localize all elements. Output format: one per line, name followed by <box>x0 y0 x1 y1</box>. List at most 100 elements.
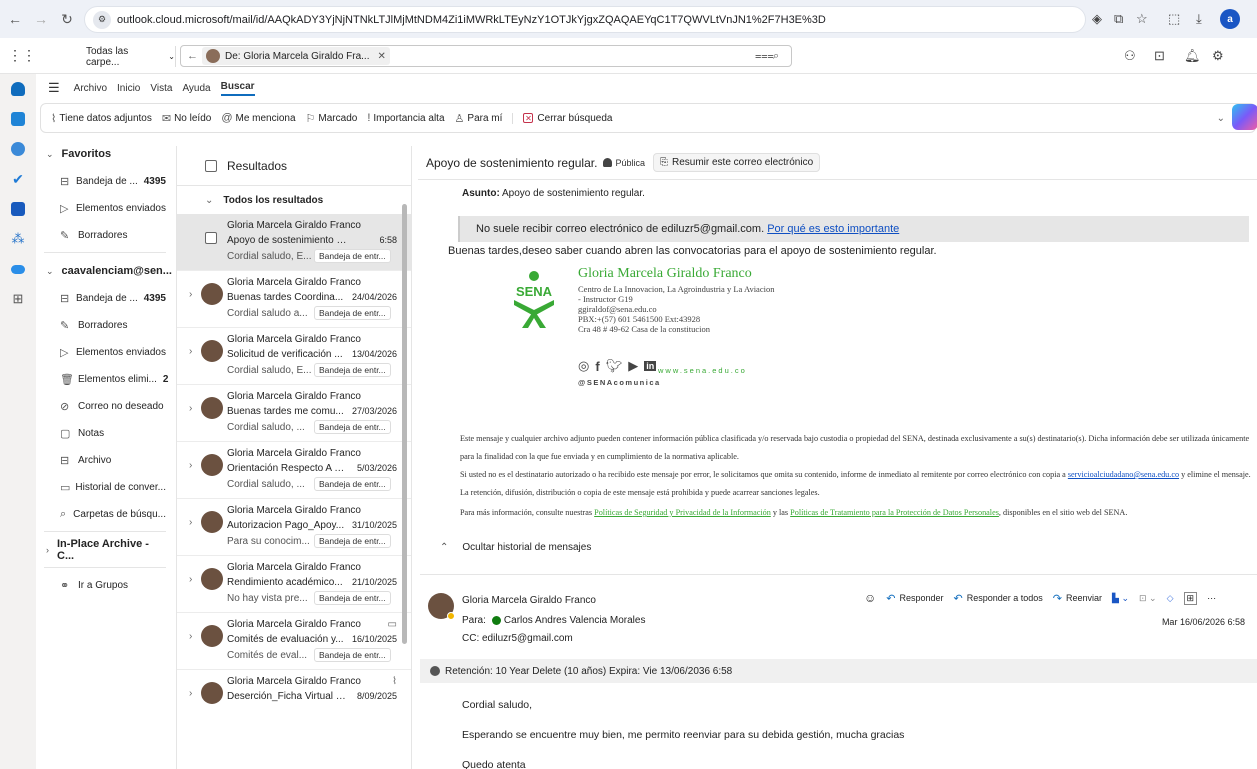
search-scope-dropdown[interactable]: Todas las carpe... ⌄ <box>76 46 176 68</box>
list-item[interactable]: › Gloria Marcela Giraldo Franco Autoriza… <box>177 499 411 556</box>
hamburger-icon[interactable]: ☰ <box>48 80 60 96</box>
folder-archive[interactable]: ⊟ Archivo <box>36 447 166 474</box>
message-checkbox[interactable] <box>205 232 217 244</box>
chevron-right-icon[interactable]: › <box>189 346 192 357</box>
tab-buscar[interactable]: Buscar <box>220 81 255 96</box>
folder-inbox[interactable]: ⊟ Bandeja de ... 4395 <box>36 285 166 312</box>
folder-drafts[interactable]: ✎ Borradores <box>36 312 166 339</box>
folder-conversation-history[interactable]: ▭ Historial de conver... <box>36 474 166 501</box>
forward-icon[interactable]: → <box>30 8 52 30</box>
gear-icon[interactable]: ⚙ <box>1212 48 1224 64</box>
folder-sent[interactable]: ▷ Elementos enviados <box>36 339 166 366</box>
more-icon[interactable]: ⋯ <box>1207 593 1216 604</box>
folder-tag[interactable]: Bandeja de entr... <box>314 306 391 320</box>
back-arrow-icon[interactable]: ← <box>187 50 198 62</box>
list-scrollbar[interactable] <box>402 204 407 644</box>
emoji-react-icon[interactable]: ☺ <box>864 591 876 605</box>
facebook-icon[interactable]: f <box>595 359 599 374</box>
tab-archivo[interactable]: Archivo <box>74 83 107 94</box>
loop-icon[interactable]: ◇ <box>1167 593 1174 604</box>
results-group-header[interactable]: ⌄ Todos los resultados <box>177 186 411 214</box>
more-apps-icon[interactable]: ⊞ <box>0 284 36 314</box>
filter-mentions-button[interactable]: @ Me menciona <box>221 112 295 124</box>
org-icon[interactable]: ⁂ <box>0 224 36 254</box>
filter-attachments-button[interactable]: ⌇ Tiene datos adjuntos <box>51 112 152 125</box>
sender-name[interactable]: Gloria Marcela Giraldo Franco <box>462 595 596 606</box>
favorites-header[interactable]: ⌄ Favoritos <box>36 140 166 168</box>
onedrive-icon[interactable] <box>0 254 36 284</box>
reply-button[interactable]: ↶ Responder <box>886 592 943 605</box>
list-item[interactable]: › Gloria Marcela Giraldo Franco Orientac… <box>177 442 411 499</box>
chevron-right-icon[interactable]: › <box>189 517 192 528</box>
close-icon[interactable]: ✕ <box>378 51 386 62</box>
list-item[interactable]: › Gloria Marcela Giraldo Franco Buenas t… <box>177 271 411 328</box>
app-launcher-icon[interactable]: ⋮⋮ <box>8 47 36 63</box>
policy-link[interactable]: Políticas de Seguridad y Privacidad de l… <box>594 508 771 517</box>
reply-all-button[interactable]: ↶ Responder a todos <box>954 592 1043 605</box>
pdf-addin-icon[interactable]: ▙ ⌄ <box>1112 593 1129 604</box>
twitter-icon[interactable]: 🐦︎ <box>606 358 623 374</box>
list-item[interactable]: › ⌇ Gloria Marcela Giraldo Franco Deserc… <box>177 670 411 727</box>
calendar-icon[interactable] <box>0 104 36 134</box>
linkedin-icon[interactable]: in <box>644 361 657 371</box>
todo-icon[interactable]: ✔ <box>0 164 36 194</box>
folder-tag[interactable]: Bandeja de entr... <box>314 363 391 377</box>
bell-icon[interactable]: 🔔︎ <box>1184 48 1201 64</box>
bookmark-star-icon[interactable]: ☆ <box>1136 8 1148 30</box>
mail-icon[interactable] <box>0 74 36 104</box>
account-header[interactable]: ⌄ caavalenciam@sen... <box>36 257 172 285</box>
filter-icon[interactable]: ⩶ <box>755 50 774 63</box>
people-icon[interactable] <box>0 134 36 164</box>
recipient-name[interactable]: Carlos Andres Valencia Morales <box>504 615 646 626</box>
chevron-right-icon[interactable]: › <box>189 688 192 699</box>
folder-inbox-favorite[interactable]: ⊟ Bandeja de ... 4395 <box>36 168 166 195</box>
instagram-icon[interactable]: ◎ <box>578 358 589 374</box>
archive-header[interactable]: › In-Place Archive -C... <box>36 536 166 564</box>
search-input[interactable]: ← De: Gloria Marcela Giraldo Fra... ✕ ⩶ … <box>180 45 792 67</box>
folder-tag[interactable]: Bandeja de entr... <box>314 249 391 263</box>
youtube-icon[interactable]: ▶ <box>628 358 638 374</box>
list-item[interactable]: › Gloria Marcela Giraldo Franco Buenas t… <box>177 385 411 442</box>
list-item[interactable]: › Gloria Marcela Giraldo Franco Rendimie… <box>177 556 411 613</box>
tab-vista[interactable]: Vista <box>150 83 172 94</box>
chevron-right-icon[interactable]: › <box>189 631 192 642</box>
why-important-link[interactable]: Por qué es esto importante <box>767 223 899 235</box>
install-app-icon[interactable]: ◈ <box>1092 8 1102 30</box>
select-all-checkbox[interactable] <box>205 160 217 172</box>
filter-flagged-button[interactable]: ⚐ Marcado <box>306 112 358 125</box>
forward-button[interactable]: ↷ Reenviar <box>1053 592 1102 605</box>
folder-deleted[interactable]: 🗑︎ Elementos elimi... 2 <box>36 366 168 393</box>
word-icon[interactable] <box>0 194 36 224</box>
folder-drafts-favorite[interactable]: ✎ Borradores <box>36 222 166 249</box>
tab-inicio[interactable]: Inicio <box>117 83 140 94</box>
folder-tag[interactable]: Bandeja de entr... <box>314 477 391 491</box>
reload-icon[interactable]: ↻ <box>56 8 78 30</box>
apps-icon[interactable]: ⊞ <box>1183 591 1198 605</box>
address-bar[interactable]: ⚙ outlook.cloud.microsoft/mail/id/AAQkAD… <box>84 6 1086 33</box>
chevron-right-icon[interactable]: › <box>189 403 192 414</box>
folder-junk[interactable]: ⊘ Correo no deseado <box>36 393 166 420</box>
filter-unread-button[interactable]: ✉ No leído <box>162 112 211 125</box>
folder-tag[interactable]: Bandeja de entr... <box>314 420 391 434</box>
folder-tag[interactable]: Bandeja de entr... <box>314 648 391 662</box>
chevron-right-icon[interactable]: › <box>189 289 192 300</box>
chevron-down-icon[interactable]: ⌄ <box>1217 113 1225 124</box>
teams-icon[interactable]: ⚇ <box>1124 48 1136 64</box>
folder-notes[interactable]: ▢ Notas <box>36 420 166 447</box>
folder-sent-favorite[interactable]: ▷ Elementos enviados <box>36 195 166 222</box>
tab-ayuda[interactable]: Ayuda <box>182 83 210 94</box>
folder-tag[interactable]: Bandeja de entr... <box>314 534 391 548</box>
filter-to-me-button[interactable]: ♙ Para mí <box>455 112 503 125</box>
hide-history-button[interactable]: ⌃ Ocultar historial de mensajes <box>440 542 591 553</box>
copilot-icon[interactable] <box>1232 104 1257 130</box>
list-item[interactable]: › Gloria Marcela Giraldo Franco Solicitu… <box>177 328 411 385</box>
search-filter-chip[interactable]: De: Gloria Marcela Giraldo Fra... ✕ <box>202 47 390 65</box>
folder-tag[interactable]: Bandeja de entr... <box>314 591 391 605</box>
list-item[interactable]: Gloria Marcela Giraldo Franco Apoyo de s… <box>177 214 411 271</box>
sensitivity-badge[interactable]: Pública <box>603 158 645 168</box>
back-icon[interactable]: ← <box>4 8 26 30</box>
whiteboard-icon[interactable]: ⊡ <box>1154 48 1165 64</box>
extensions-icon[interactable]: ⬚ <box>1168 8 1180 30</box>
summarize-button[interactable]: ⎘ Resumir este correo electrónico <box>652 153 821 172</box>
site-info-icon[interactable]: ⚙ <box>93 10 111 29</box>
